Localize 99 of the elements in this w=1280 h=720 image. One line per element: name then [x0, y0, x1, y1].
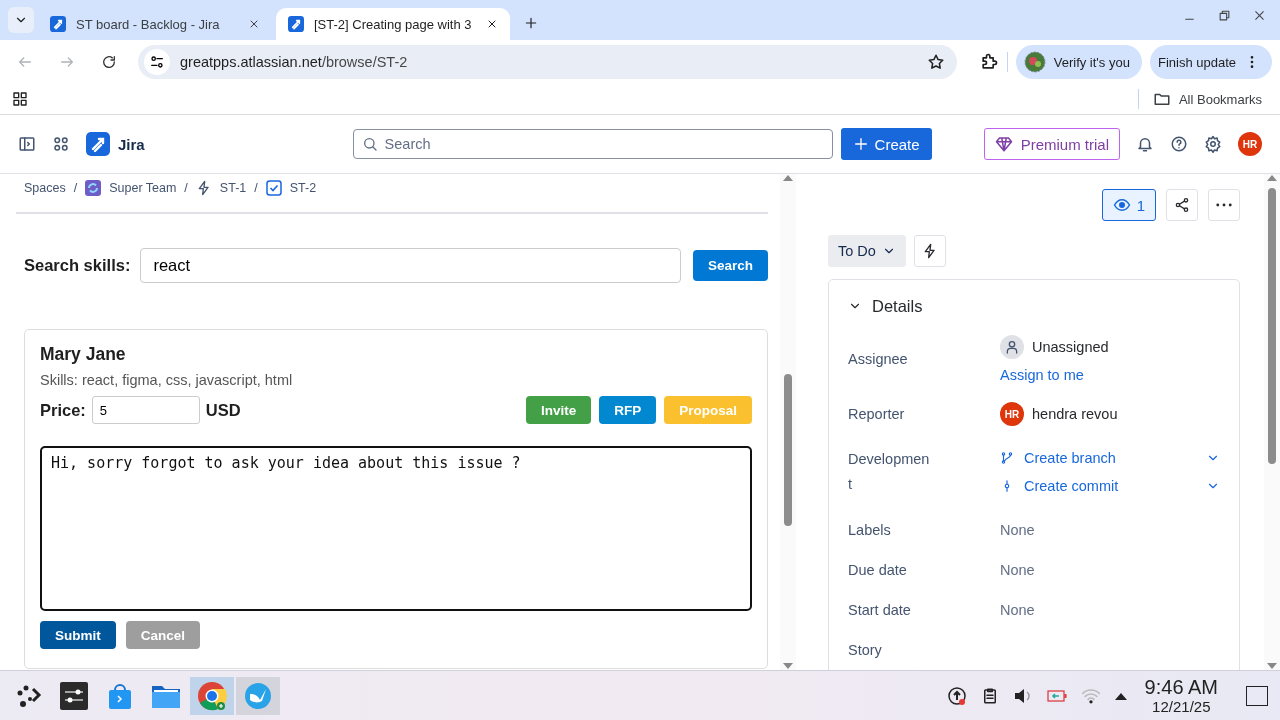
bird-icon	[244, 681, 272, 710]
eye-icon	[1112, 196, 1131, 214]
breadcrumb-separator: /	[254, 181, 258, 195]
site-info-button[interactable]	[144, 49, 170, 75]
search-button[interactable]: Search	[692, 250, 768, 281]
field-value: None	[1000, 562, 1036, 578]
field-value: None	[1000, 602, 1036, 618]
jira-home-link[interactable]: Jira	[86, 132, 145, 156]
sliders-icon	[60, 681, 88, 710]
assignee-value: Unassigned	[1032, 339, 1109, 355]
share-icon	[1174, 197, 1190, 213]
candidate-skills: Skills: react, figma, css, javascript, html	[40, 372, 294, 388]
reload-icon	[101, 54, 117, 70]
submit-button[interactable]: Submit	[40, 621, 116, 649]
tray-expand-icon[interactable]	[1114, 691, 1127, 700]
premium-trial-button[interactable]: Premium trial	[983, 128, 1120, 160]
skills-search-field[interactable]: react	[140, 248, 681, 283]
automation-button[interactable]	[913, 235, 946, 267]
details-toggle[interactable]: Details	[848, 282, 923, 330]
settings-icon	[1204, 135, 1222, 153]
price-field[interactable]: 5	[91, 396, 200, 424]
scrollbar[interactable]	[1264, 174, 1280, 670]
branch-icon	[1000, 451, 1014, 465]
share-button[interactable]	[1166, 189, 1198, 221]
update-icon[interactable]	[946, 685, 967, 706]
field-value: None	[1000, 522, 1036, 538]
scroll-up-icon	[783, 174, 793, 182]
settings-button[interactable]	[1204, 135, 1222, 153]
search-field[interactable]: Search	[352, 129, 833, 159]
field-label: Story	[848, 640, 883, 660]
show-desktop-button[interactable]	[1246, 685, 1268, 706]
close-icon	[486, 18, 498, 30]
close-icon	[248, 18, 260, 30]
search-icon	[361, 136, 378, 152]
apps-icon	[52, 135, 70, 153]
browser-tab[interactable]: [ST-2] Creating page with 3	[276, 8, 510, 40]
breadcrumb-link[interactable]: ST-1	[195, 180, 247, 196]
plus-icon	[852, 136, 869, 152]
team-icon	[85, 180, 102, 196]
star-icon[interactable]	[926, 53, 945, 71]
plus-icon	[524, 16, 538, 30]
breadcrumb-separator: /	[184, 181, 188, 195]
finish-update-button[interactable]: Finish update	[1149, 45, 1272, 79]
field-label: Assignee	[848, 349, 909, 369]
price-label: Price:	[40, 400, 86, 420]
message-field[interactable]: Hi, sorry forgot to ask your idea about this issue ?	[40, 446, 752, 611]
candidate-name: Mary Jane	[40, 344, 127, 365]
rfp-button[interactable]: RFP	[599, 396, 657, 424]
shopping-bag-icon	[107, 681, 133, 710]
clock-date[interactable]: 12/21/25	[1152, 699, 1211, 714]
diamond-icon	[994, 135, 1013, 153]
clock-time[interactable]: 9:46 AM	[1144, 677, 1218, 697]
restore-icon[interactable]	[1218, 8, 1231, 22]
sidebar-icon	[18, 135, 36, 153]
create-link[interactable]: Create branch	[1000, 450, 1220, 466]
breadcrumb-link[interactable]: Spaces	[24, 181, 66, 195]
scrollbar-thumb[interactable]	[1268, 188, 1276, 464]
create-link[interactable]: Create commit	[1000, 478, 1220, 494]
jira-logo-icon	[50, 16, 66, 32]
checkbox-icon	[265, 180, 282, 196]
field-label: Start date	[848, 600, 912, 620]
status-dropdown[interactable]: To Do	[828, 235, 906, 267]
breadcrumb-link[interactable]: ST-2	[265, 180, 317, 196]
field-label: Reporter	[848, 404, 906, 424]
verify-button[interactable]: Verify it's you	[1015, 45, 1142, 79]
close-icon[interactable]	[1253, 8, 1266, 22]
field-label: Development	[848, 450, 931, 494]
forward-arrow-icon	[59, 54, 75, 70]
chrome-icon	[197, 680, 227, 711]
reporter-avatar: HR	[1000, 402, 1024, 426]
app-switcher-button[interactable]	[52, 135, 70, 153]
currency-label: USD	[205, 400, 241, 420]
watchers-button[interactable]: 1	[1101, 189, 1156, 221]
reporter-value: hendra revou	[1032, 406, 1118, 422]
notifications-button[interactable]	[1136, 135, 1154, 153]
scroll-up-icon	[1267, 174, 1277, 182]
scrollbar-thumb[interactable]	[784, 374, 792, 526]
jira-logo-icon	[86, 132, 110, 156]
tune-icon	[149, 54, 165, 70]
all-bookmarks-button[interactable]: All Bookmarks	[1146, 89, 1268, 109]
help-button[interactable]	[1170, 135, 1188, 153]
back-arrow-icon	[17, 54, 33, 70]
help-icon	[1170, 135, 1188, 153]
search-skills-label: Search skills:	[24, 256, 131, 275]
assign-to-me-link[interactable]: Assign to me	[1000, 367, 1220, 383]
browser-tab[interactable]: ST board - Backlog - Jira	[38, 8, 272, 40]
field-label: Due date	[848, 560, 908, 580]
breadcrumb-separator: /	[73, 181, 78, 195]
scrollbar[interactable]	[780, 174, 796, 670]
field-label: Labels	[848, 520, 892, 540]
apps-grid-icon[interactable]	[12, 91, 28, 107]
sidebar-toggle-button[interactable]	[18, 135, 36, 153]
breadcrumb-link[interactable]: Super Team	[85, 180, 177, 196]
battery-icon[interactable]	[1046, 689, 1067, 702]
bell-icon	[1136, 135, 1154, 153]
create-button[interactable]: Create	[840, 128, 932, 160]
more-icon	[1216, 203, 1232, 207]
profile-avatar[interactable]: HR	[1238, 132, 1262, 156]
jira-logo-icon	[288, 16, 304, 32]
